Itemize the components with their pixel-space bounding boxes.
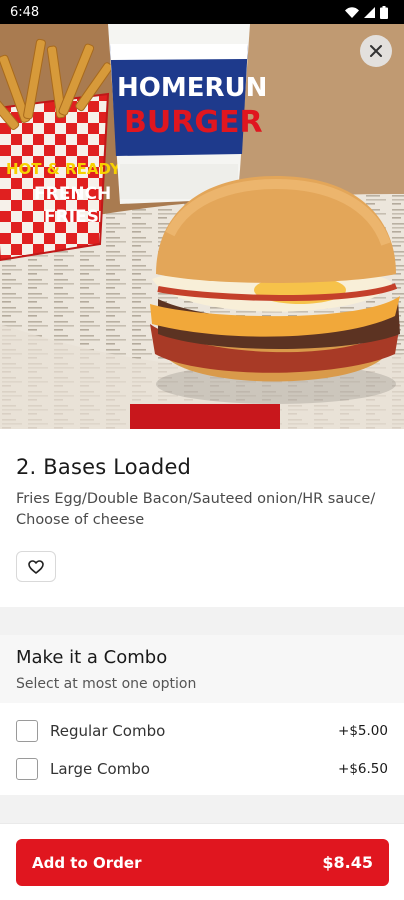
cup-brand-text: BURGER [124, 105, 263, 140]
heart-icon [28, 559, 44, 574]
fries-cup-text: HOT & READY [6, 160, 122, 178]
cell-signal-icon [364, 6, 375, 18]
close-icon [370, 45, 382, 57]
burger-photo: HOT & READY FRENCH FRIES HOMERUN BURGER [0, 24, 404, 429]
add-to-order-label: Add to Order [32, 853, 142, 872]
item-title: 2. Bases Loaded [16, 455, 192, 479]
wifi-icon [345, 6, 359, 18]
option-price: +$5.00 [338, 723, 388, 739]
order-total: $8.45 [322, 853, 373, 872]
combo-option-large[interactable]: Large Combo +$6.50 [0, 750, 404, 788]
favorite-button[interactable] [16, 551, 56, 582]
section-divider [0, 607, 404, 635]
combo-title: Make it a Combo [16, 647, 168, 668]
item-details: 2. Bases Loaded Fries Egg/Double Bacon/S… [0, 429, 404, 582]
status-bar: 6:48 [0, 0, 404, 24]
option-price: +$6.50 [338, 761, 388, 777]
checkbox[interactable] [16, 720, 38, 742]
option-label: Regular Combo [50, 722, 166, 740]
cup-brand-text: HOMERUN [117, 73, 267, 103]
status-time: 6:48 [10, 4, 40, 20]
add-to-order-button[interactable]: Add to Order $8.45 [16, 839, 389, 886]
option-label: Large Combo [50, 760, 150, 778]
close-button[interactable] [360, 35, 392, 67]
fries-cup-text: FRENCH [34, 184, 111, 204]
combo-subtitle: Select at most one option [16, 676, 197, 692]
item-photo: HOT & READY FRENCH FRIES HOMERUN BURGER [0, 24, 404, 429]
status-icons [345, 5, 388, 19]
order-footer: Add to Order $8.45 [0, 823, 404, 900]
combo-options: Regular Combo +$5.00 Large Combo +$6.50 [0, 703, 404, 795]
battery-icon [380, 5, 388, 19]
fries-cup-text: FRIES [44, 207, 99, 227]
section-divider [0, 795, 404, 823]
item-description: Fries Egg/Double Bacon/Sauteed onion/HR … [16, 491, 376, 528]
combo-option-regular[interactable]: Regular Combo +$5.00 [0, 712, 404, 750]
checkbox[interactable] [16, 758, 38, 780]
combo-section-header: Make it a Combo Select at most one optio… [0, 635, 404, 703]
